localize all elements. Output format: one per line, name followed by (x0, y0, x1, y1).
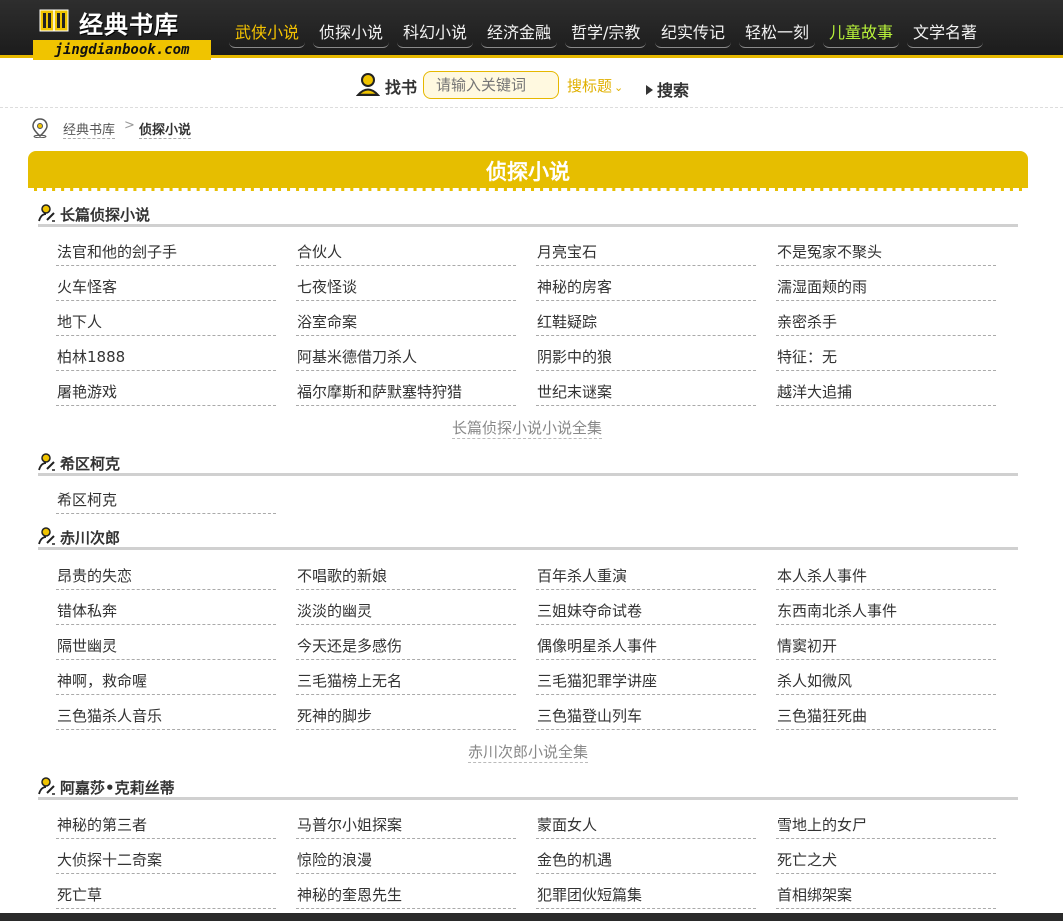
chevron-down-icon: ⌄ (614, 81, 624, 94)
nav-item[interactable]: 文学名著 (907, 17, 984, 48)
section-title: 赤川次郎 (60, 529, 121, 547)
book-link[interactable]: 本人杀人事件 (776, 562, 996, 590)
book-link[interactable]: 三毛猫榜上无名 (296, 667, 516, 695)
bottom-bar (0, 913, 1063, 921)
nav-item[interactable]: 经济金融 (481, 17, 558, 48)
book-link[interactable]: 七夜怪谈 (296, 273, 516, 301)
search-label: 找书 (385, 78, 418, 97)
book-link[interactable]: 大侦探十二奇案 (56, 846, 276, 874)
header-bar: 经典书库 jingdianbook.com 武侠小说 侦探小说 科幻小说 经济金融 哲学… (0, 0, 1063, 60)
book-link[interactable]: 首相绑架案 (776, 881, 996, 909)
book-link[interactable]: 错体私奔 (56, 597, 276, 625)
section-title: 希区柯克 (60, 455, 121, 473)
writer-icon (38, 777, 55, 795)
page-title: 侦探小说 (486, 160, 570, 184)
book-link[interactable]: 福尔摩斯和萨默塞特狩猎 (296, 378, 516, 406)
book-link[interactable]: 红鞋疑踪 (536, 308, 756, 336)
search-scope-dropdown[interactable]: 搜标题 ⌄ (567, 75, 623, 96)
section-all-link[interactable]: 赤川次郎小说全集 (468, 741, 589, 763)
book-link[interactable]: 死亡草 (56, 881, 276, 909)
play-arrow-icon (646, 85, 653, 95)
location-pin-icon (32, 118, 48, 138)
book-link[interactable]: 地下人 (56, 308, 276, 336)
book-link[interactable]: 柏林1888 (56, 343, 276, 371)
writer-icon (38, 453, 55, 471)
book-link[interactable]: 百年杀人重演 (536, 562, 756, 590)
book-link[interactable]: 合伙人 (296, 238, 516, 266)
breadcrumb-separator: > (124, 118, 135, 133)
book-link[interactable]: 濡湿面颊的雨 (776, 273, 996, 301)
book-link[interactable]: 昂贵的失恋 (56, 562, 276, 590)
book-link[interactable]: 三色猫狂死曲 (776, 702, 996, 730)
section-header: 赤川次郎 (38, 524, 1018, 550)
book-link[interactable]: 死亡之犬 (776, 846, 996, 874)
book-link[interactable]: 死神的脚步 (296, 702, 516, 730)
logo-name: 经典书库 (79, 11, 179, 39)
book-link[interactable]: 阴影中的狼 (536, 343, 756, 371)
section-header: 阿嘉莎•克莉丝蒂 (38, 774, 1018, 800)
book-link[interactable]: 神秘的房客 (536, 273, 756, 301)
book-link[interactable]: 杀人如微风 (776, 667, 996, 695)
book-link[interactable]: 三毛猫犯罪学讲座 (536, 667, 756, 695)
book-link[interactable]: 三姐妹夺命试卷 (536, 597, 756, 625)
book-link[interactable]: 情窦初开 (776, 632, 996, 660)
user-icon (356, 73, 380, 96)
section-title: 阿嘉莎•克莉丝蒂 (60, 779, 175, 797)
book-link[interactable]: 世纪末谜案 (536, 378, 756, 406)
book-link[interactable]: 亲密杀手 (776, 308, 996, 336)
nav-item[interactable]: 哲学/宗教 (565, 17, 647, 48)
book-link[interactable]: 马普尔小姐探案 (296, 811, 516, 839)
book-link[interactable]: 雪地上的女尸 (776, 811, 996, 839)
book-link[interactable]: 浴室命案 (296, 308, 516, 336)
writer-icon (38, 204, 55, 222)
book-link[interactable]: 特征：无 (776, 343, 996, 371)
book-link[interactable]: 惊险的浪漫 (296, 846, 516, 874)
search-button-label: 搜索 (657, 81, 690, 100)
nav-item[interactable]: 轻松一刻 (739, 17, 816, 48)
section-title: 长篇侦探小说 (60, 206, 151, 224)
book-link[interactable]: 屠艳游戏 (56, 378, 276, 406)
book-link[interactable]: 阿基米德借刀杀人 (296, 343, 516, 371)
search-bar: 找书 搜标题⌄ 搜索 (0, 70, 1063, 104)
book-logo-icon (39, 9, 69, 32)
book-link[interactable]: 东西南北杀人事件 (776, 597, 996, 625)
search-scope-label: 搜标题 (567, 77, 613, 95)
book-link[interactable]: 金色的机遇 (536, 846, 756, 874)
book-link[interactable]: 法官和他的刽子手 (56, 238, 276, 266)
site-logo[interactable]: 经典书库 jingdianbook.com (33, 5, 211, 60)
book-link[interactable]: 月亮宝石 (536, 238, 756, 266)
book-link[interactable]: 淡淡的幽灵 (296, 597, 516, 625)
logo-url: jingdianbook.com (33, 40, 211, 60)
nav-item[interactable]: 侦探小说 (313, 17, 390, 48)
book-link[interactable]: 希区柯克 (56, 486, 276, 514)
book-link[interactable]: 三色猫登山列车 (536, 702, 756, 730)
book-link[interactable]: 不唱歌的新娘 (296, 562, 516, 590)
book-link[interactable]: 犯罪团伙短篇集 (536, 881, 756, 909)
nav-item[interactable]: 科幻小说 (397, 17, 474, 48)
divider (0, 107, 1063, 108)
search-button[interactable]: 搜索 (646, 77, 689, 101)
page-title-banner: 侦探小说 (28, 151, 1028, 191)
nav-item[interactable]: 武侠小说 (229, 17, 306, 48)
section-all-link[interactable]: 长篇侦探小说小说全集 (452, 417, 603, 439)
book-link[interactable]: 神秘的奎恩先生 (296, 881, 516, 909)
writer-icon (38, 527, 55, 545)
search-input[interactable] (423, 71, 559, 99)
book-link[interactable]: 神啊，救命喔 (56, 667, 276, 695)
book-link[interactable]: 偶像明星杀人事件 (536, 632, 756, 660)
book-link[interactable]: 神秘的第三者 (56, 811, 276, 839)
book-link[interactable]: 今天还是多感伤 (296, 632, 516, 660)
breadcrumb-home-link[interactable]: 经典书库 (63, 119, 116, 139)
book-link[interactable]: 越洋大追捕 (776, 378, 996, 406)
book-link[interactable]: 隔世幽灵 (56, 632, 276, 660)
breadcrumb-current: 侦探小说 (139, 119, 192, 139)
book-link[interactable]: 不是冤家不聚头 (776, 238, 996, 266)
book-link[interactable]: 火车怪客 (56, 273, 276, 301)
nav-item[interactable]: 纪实传记 (655, 17, 732, 48)
section-header: 希区柯克 (38, 450, 1018, 476)
book-link[interactable]: 三色猫杀人音乐 (56, 702, 276, 730)
nav-item[interactable]: 儿童故事 (823, 17, 900, 48)
section-header: 长篇侦探小说 (38, 201, 1018, 227)
book-link[interactable]: 蒙面女人 (536, 811, 756, 839)
